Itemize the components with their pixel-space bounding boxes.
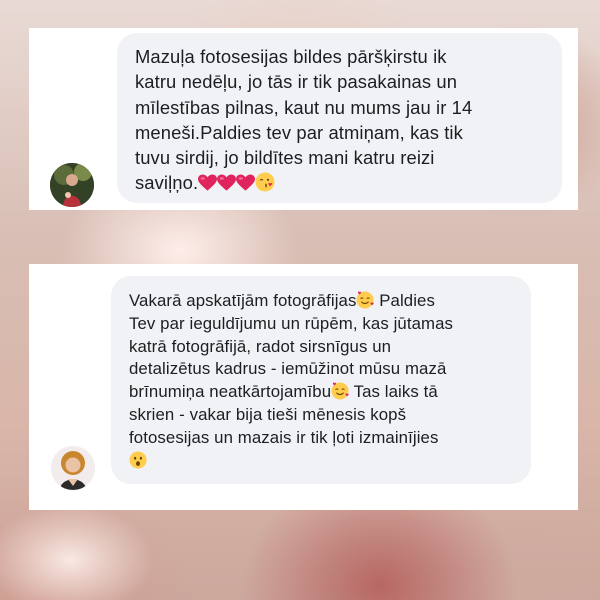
comment-1-line-6-text: saviļņo. — [135, 172, 199, 194]
commenter-avatar-1[interactable] — [50, 163, 94, 207]
comment-2-line-3: katrā fotogrāfijā, radot sirsnīgus un — [129, 336, 392, 356]
smiling-face-with-hearts-icon — [356, 291, 375, 309]
comment-1-line-1: Mazuļa fotosesijas bildes pāršķirstu ik — [135, 46, 447, 67]
face-blowing-kiss-icon — [255, 172, 275, 192]
comment-2-line-5-cont: Tas laiks tā — [349, 382, 438, 402]
astonished-face-icon — [129, 451, 147, 469]
comment-2-line-1-cont: Paldies — [374, 291, 435, 310]
comment-1-line-5: tuvu sirdij, jo bildītes mani katru reiz… — [135, 147, 435, 169]
comment-1-line-2: katru nedēļu, jo tās ir tik pasakainas u… — [135, 71, 458, 93]
comment-bubble-2: Vakarā apskatījām fotogrāfijas Paldies T… — [111, 276, 531, 484]
comment-2-line-5-text: brīnumiņa neatkārtojamību — [129, 382, 332, 402]
comment-2-line-6: skrien - vakar bija tieši mēnesis kopš — [129, 404, 407, 424]
comment-2-line-1: Vakarā apskatījām fotogrāfijas Paldies — [129, 290, 515, 313]
comment-1-line-6: saviļņo. — [135, 170, 546, 195]
comment-2-line-7: fotosesijas un mazais ir tik ļoti izmain… — [129, 427, 439, 447]
comment-2-line-4: detalizētus kadrus - iemūžinot mūsu mazā — [129, 359, 447, 379]
comment-2-line-5: brīnumiņa neatkārtojamību Tas laiks tā — [129, 381, 515, 404]
red-heart-icon — [236, 174, 256, 192]
red-heart-icon — [217, 174, 237, 192]
avatar-photo-icon — [51, 446, 95, 490]
avatar-photo-icon — [50, 163, 94, 207]
smiling-face-with-hearts-icon — [331, 382, 349, 400]
comment-bubble-1: Mazuļa fotosesijas bildes pāršķirstu ik … — [117, 33, 562, 203]
comment-1-line-4: meneši.Paldies tev par atmiņam, kas tik — [135, 121, 463, 143]
red-heart-icon — [198, 174, 218, 192]
comment-2-line-1-text: Vakarā apskatījām fotogrāfijas — [129, 291, 357, 310]
comment-1-line-3: mīlestības pilnas, kaut nu mums jau ir 1… — [135, 96, 473, 118]
comment-2-line-8 — [129, 450, 515, 473]
commenter-avatar-2[interactable] — [51, 446, 95, 490]
comment-2-line-2: Tev par ieguldījumu un rūpēm, kas jūtama… — [129, 313, 454, 333]
